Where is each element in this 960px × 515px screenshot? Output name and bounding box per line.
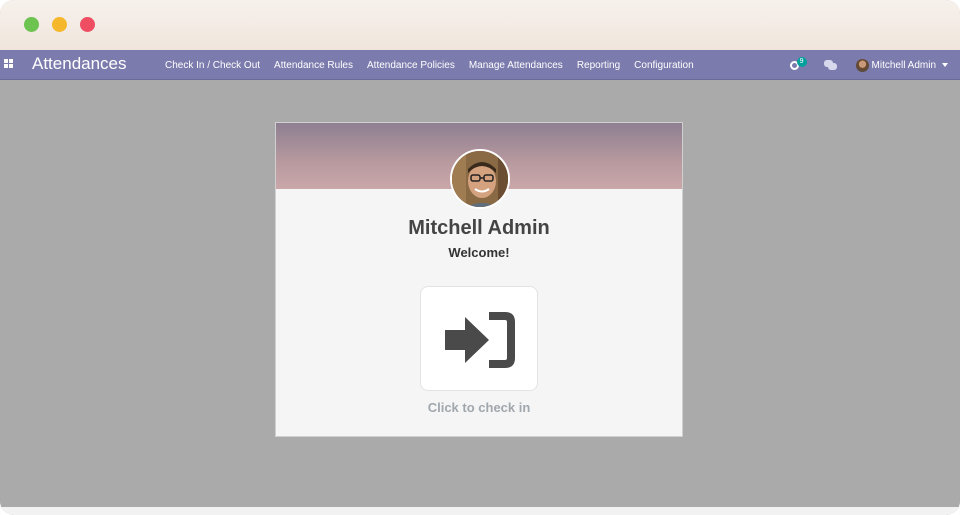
chat-icon[interactable] [823, 59, 838, 71]
navbar-systray: 9 Mitchell Admin [786, 50, 960, 80]
window-titlebar [0, 0, 960, 50]
sign-in-icon [445, 312, 515, 368]
menu-item-manage-attendances[interactable]: Manage Attendances [462, 60, 570, 71]
app-brand[interactable]: Attendances [32, 53, 127, 75]
window-minimize-button[interactable] [52, 17, 67, 32]
top-navbar: Attendances Check In / Check Out Attenda… [0, 50, 960, 80]
window-close-button[interactable] [80, 17, 95, 32]
bottom-strip [0, 507, 960, 515]
employee-avatar [450, 149, 510, 209]
activity-count-badge: 9 [796, 57, 807, 67]
check-in-label: Click to check in [427, 400, 531, 415]
welcome-message: Welcome! [448, 245, 510, 260]
check-in-button[interactable] [420, 286, 538, 391]
menu-item-attendance-rules[interactable]: Attendance Rules [267, 60, 360, 71]
menu-item-check-in-out[interactable]: Check In / Check Out [158, 60, 267, 71]
window-maximize-button[interactable] [24, 17, 39, 32]
app-window: Attendances Check In / Check Out Attenda… [0, 0, 960, 515]
apps-grid-icon[interactable] [4, 59, 14, 69]
main-menu: Check In / Check Out Attendance Rules At… [158, 50, 701, 80]
menu-item-reporting[interactable]: Reporting [570, 60, 627, 71]
user-name: Mitchell Admin [871, 59, 936, 71]
attendance-kiosk-card: Mitchell Admin Welcome! Click to check i… [275, 122, 683, 437]
menu-item-attendance-policies[interactable]: Attendance Policies [360, 60, 462, 71]
avatar [855, 58, 869, 72]
employee-name: Mitchell Admin [408, 217, 550, 239]
user-menu[interactable]: Mitchell Admin [855, 58, 948, 72]
activity-button[interactable]: 9 [786, 55, 807, 75]
caret-down-icon [942, 63, 948, 67]
menu-item-configuration[interactable]: Configuration [627, 60, 700, 71]
